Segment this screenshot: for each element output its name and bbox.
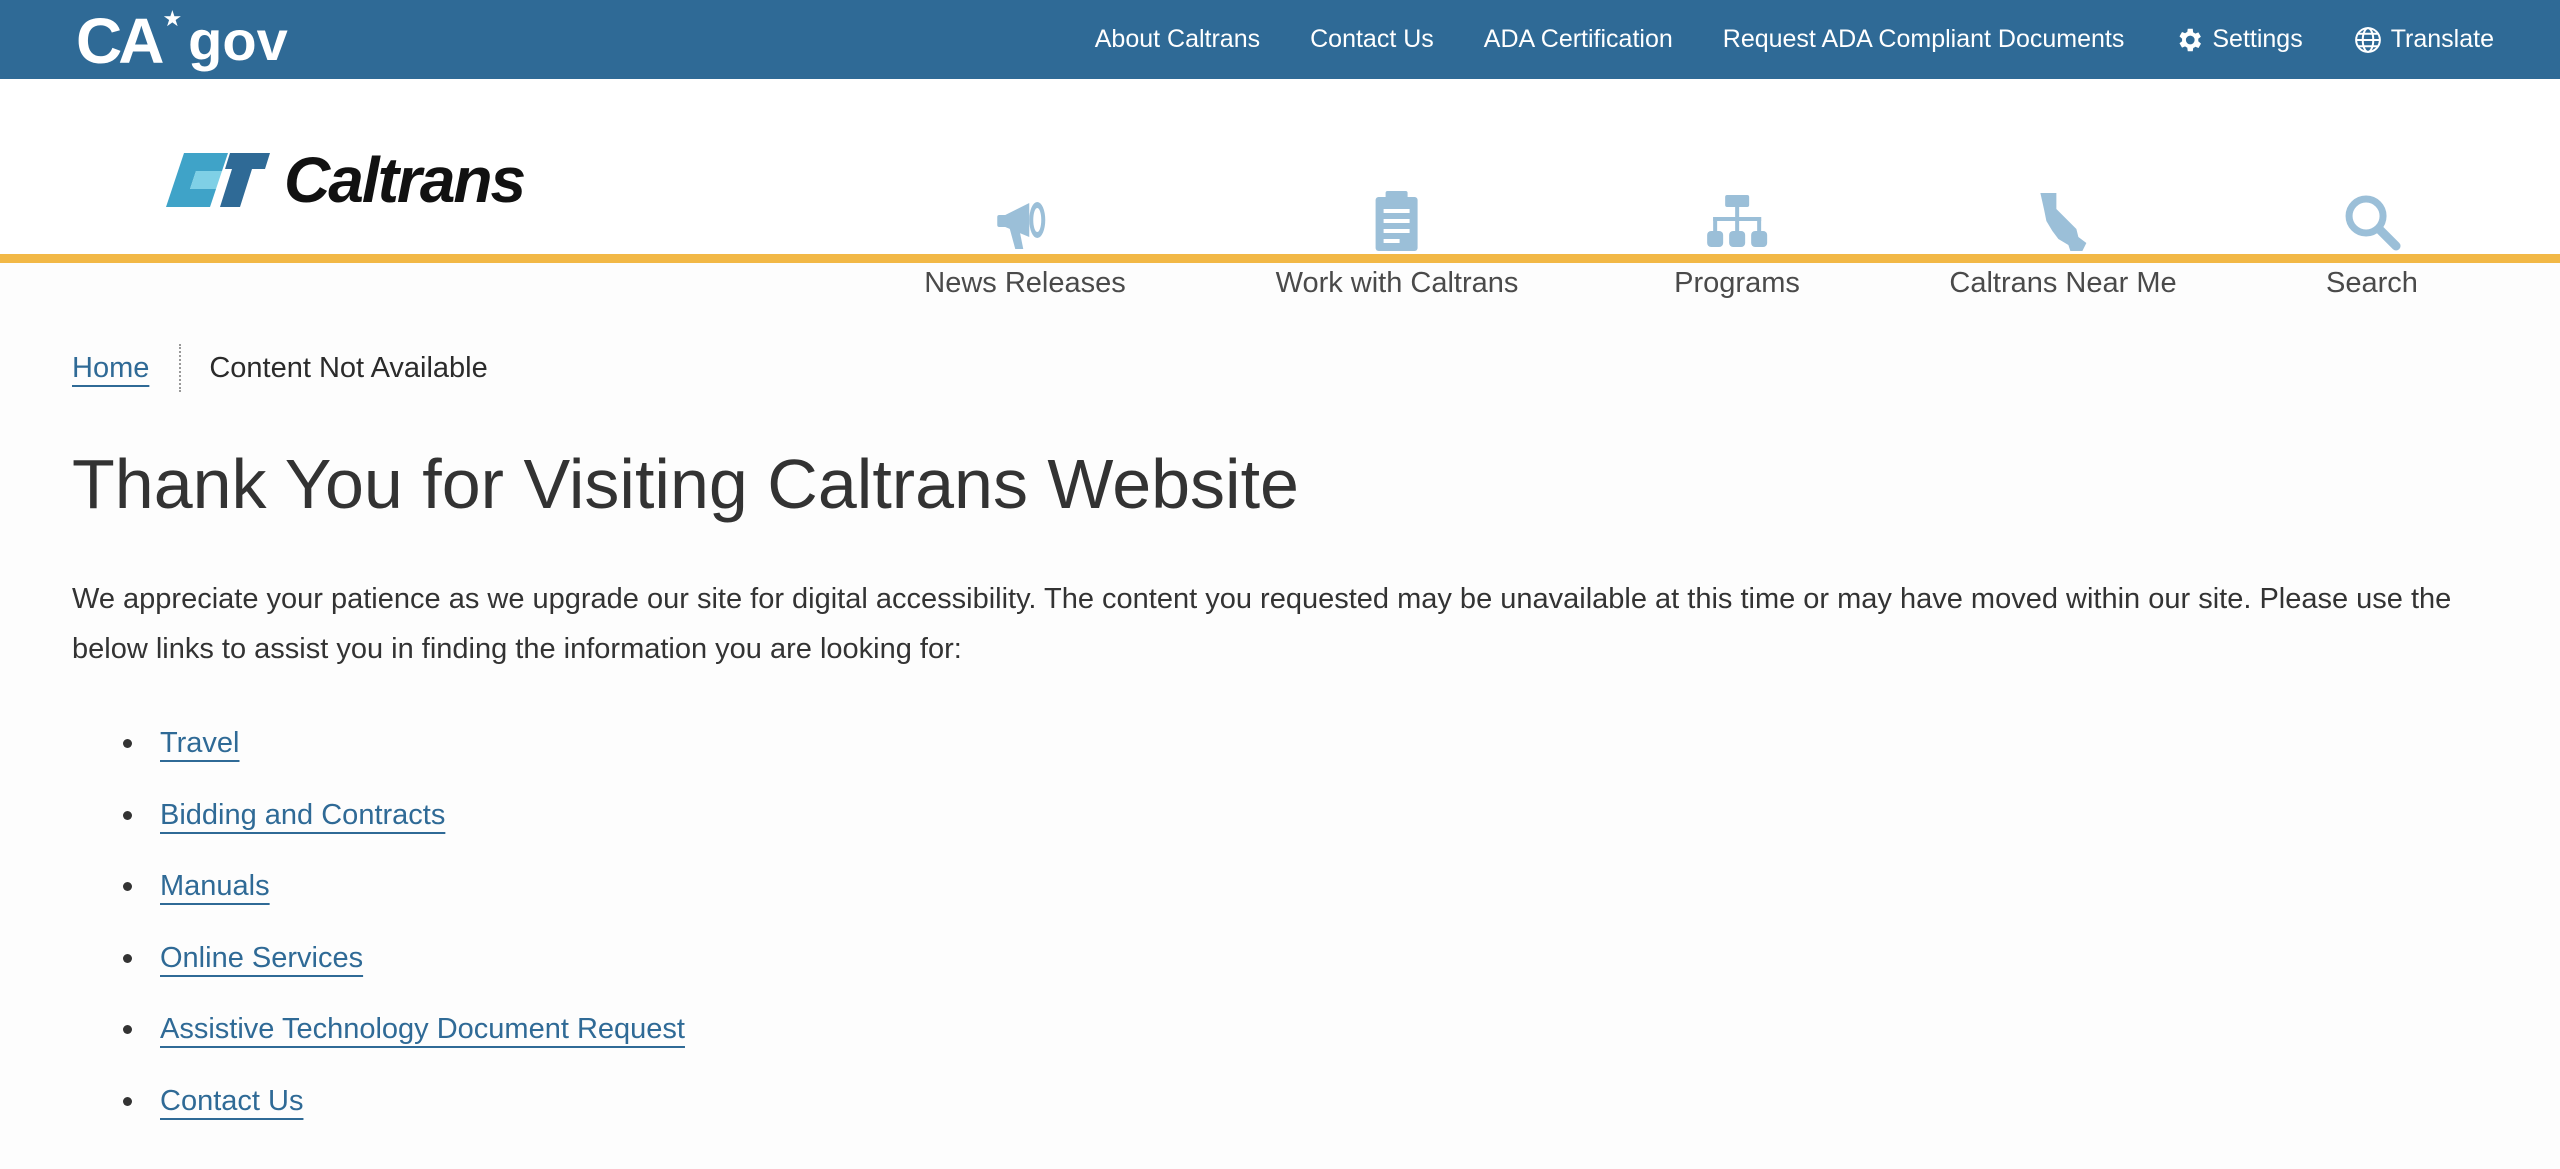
ca-logo-letters: CA (76, 5, 164, 77)
online-services-link[interactable]: Online Services (160, 942, 363, 974)
about-caltrans-label: About Caltrans (1094, 25, 1261, 53)
bidding-and-contracts-link[interactable]: Bidding and Contracts (160, 799, 445, 831)
list-item: Manuals (72, 861, 685, 933)
list-item: Contact Us (72, 1076, 685, 1148)
caltrans-wordmark: Caltrans (284, 144, 526, 216)
nav-news-releases[interactable]: News Releases (924, 191, 1126, 300)
breadcrumb-current: Content Not Available (209, 351, 488, 384)
list-item: Travel (72, 718, 685, 790)
ada-certification-link[interactable]: ADA Certification (1484, 25, 1673, 54)
contact-us-link[interactable]: Contact Us (1310, 25, 1434, 54)
utility-links: About Caltrans Contact Us ADA Certificat… (1095, 0, 2494, 79)
translate-button[interactable]: Translate (2353, 25, 2494, 55)
caltrans-logo[interactable]: Caltrans (166, 144, 526, 216)
site-header: Caltrans News Releases Work with Caltran… (0, 79, 2560, 299)
nav-programs-label: Programs (1674, 267, 1800, 299)
nav-search[interactable]: Search (2326, 191, 2418, 300)
globe-icon (2354, 26, 2381, 53)
ada-certification-label: ADA Certification (1483, 25, 1673, 53)
gear-icon (2179, 28, 2202, 51)
settings-button[interactable]: Settings (2174, 25, 2303, 55)
nav-news-releases-label: News Releases (924, 267, 1126, 299)
assistive-technology-request-link[interactable]: Assistive Technology Document Request (160, 1013, 685, 1045)
list-item: Bidding and Contracts (72, 790, 685, 862)
about-caltrans-link[interactable]: About Caltrans (1095, 25, 1260, 54)
travel-link[interactable]: Travel (160, 727, 240, 759)
nav-work-with-caltrans[interactable]: Work with Caltrans (1275, 191, 1519, 300)
california-map-icon (2032, 191, 2094, 253)
contact-us-label: Contact Us (1310, 25, 1434, 53)
breadcrumb-separator (179, 344, 182, 392)
search-icon (2341, 191, 2403, 253)
caltrans-ct-mark-icon (166, 153, 270, 207)
clipboard-icon (1366, 191, 1428, 253)
nav-search-label: Search (2326, 267, 2418, 299)
ca-logo-gov: gov (188, 9, 288, 72)
breadcrumb: Home Content Not Available (72, 344, 488, 392)
request-ada-documents-label: Request ADA Compliant Documents (1722, 25, 2125, 53)
nav-caltrans-near-me-label: Caltrans Near Me (1949, 267, 2177, 299)
request-ada-documents-link[interactable]: Request ADA Compliant Documents (1723, 25, 2125, 54)
contact-us-main-link[interactable]: Contact Us (160, 1085, 303, 1117)
manuals-link[interactable]: Manuals (160, 870, 270, 902)
nav-programs[interactable]: Programs (1674, 191, 1800, 300)
intro-text: We appreciate your patience as we upgrad… (72, 583, 2452, 665)
help-links-list: Travel Bidding and Contracts Manuals Onl… (72, 718, 685, 1148)
org-chart-icon (1706, 191, 1768, 253)
nav-work-with-caltrans-label: Work with Caltrans (1275, 267, 1519, 299)
list-item: Online Services (72, 933, 685, 1005)
megaphone-icon (994, 191, 1056, 253)
nav-caltrans-near-me[interactable]: Caltrans Near Me (1949, 191, 2177, 300)
page-title: Thank You for Visiting Caltrans Website (72, 445, 1299, 523)
settings-label: Settings (2212, 25, 2303, 53)
ca-gov-logo[interactable]: CA ★ gov (76, 5, 288, 77)
utility-bar: CA ★ gov About Caltrans Contact Us ADA C… (0, 0, 2560, 79)
translate-label: Translate (2390, 25, 2494, 53)
list-item: Assistive Technology Document Request (72, 1004, 685, 1076)
star-icon: ★ (162, 6, 183, 31)
breadcrumb-home-link[interactable]: Home (72, 352, 149, 385)
